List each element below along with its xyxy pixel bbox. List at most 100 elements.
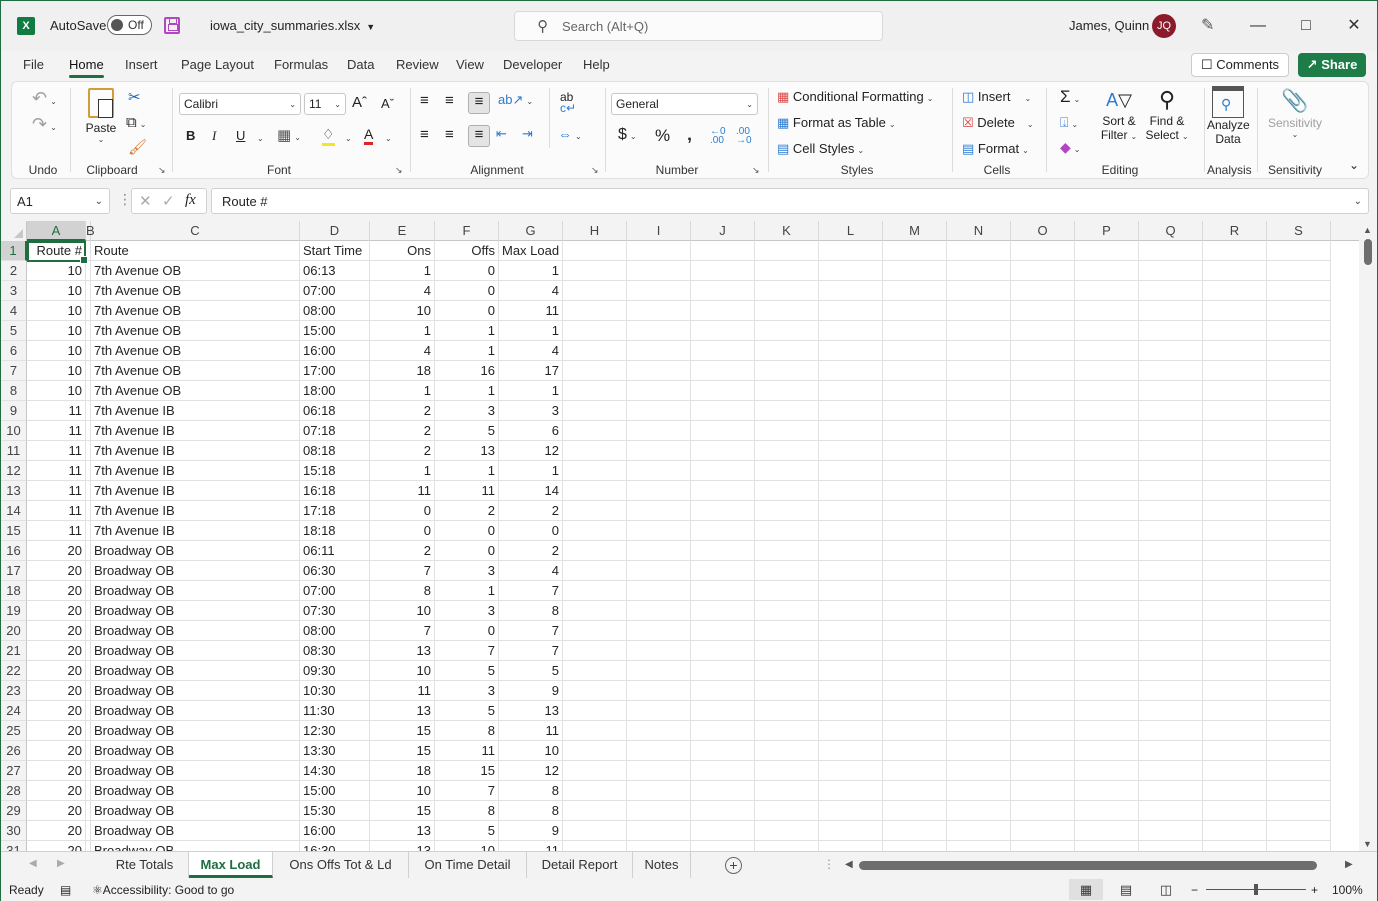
cell-r30[interactable] — [1203, 821, 1267, 841]
cell-o20[interactable] — [1011, 621, 1075, 641]
column-header-i[interactable]: I — [627, 221, 691, 241]
cell-d15[interactable]: 18:18 — [300, 521, 370, 541]
cell-f12[interactable]: 1 — [435, 461, 499, 481]
cell-n3[interactable] — [947, 281, 1011, 301]
cell-r12[interactable] — [1203, 461, 1267, 481]
cell-j12[interactable] — [691, 461, 755, 481]
cell-k16[interactable] — [755, 541, 819, 561]
cell-i31[interactable] — [627, 841, 691, 851]
cell-p16[interactable] — [1075, 541, 1139, 561]
cell-c18[interactable]: Broadway OB — [91, 581, 300, 601]
cell-a17[interactable]: 20 — [27, 561, 86, 581]
redo-icon[interactable]: ↷ ⌄ — [32, 114, 57, 135]
cell-l15[interactable] — [819, 521, 883, 541]
cell-o7[interactable] — [1011, 361, 1075, 381]
row-header[interactable]: 31 — [1, 841, 27, 851]
sheet-tab-notes[interactable]: Notes — [633, 852, 691, 878]
select-all-button[interactable] — [1, 221, 27, 241]
cell-g29[interactable]: 8 — [499, 801, 563, 821]
cell-r19[interactable] — [1203, 601, 1267, 621]
cell-d24[interactable]: 11:30 — [300, 701, 370, 721]
enter-icon[interactable]: ✓ — [162, 192, 175, 210]
cell-c23[interactable]: Broadway OB — [91, 681, 300, 701]
cell-e24[interactable]: 13 — [370, 701, 435, 721]
spreadsheet-grid[interactable]: ABCDEFGHIJKLMNOPQRS 1 Route # Route Start T… — [1, 221, 1359, 851]
horizontal-scroll-thumb[interactable] — [859, 861, 1317, 870]
cell-p9[interactable] — [1075, 401, 1139, 421]
cell-p23[interactable] — [1075, 681, 1139, 701]
format-painter-icon[interactable]: 🖌 — [128, 138, 147, 156]
avatar[interactable]: JQ — [1152, 14, 1176, 38]
cell-l22[interactable] — [819, 661, 883, 681]
cell-i29[interactable] — [627, 801, 691, 821]
cell-i20[interactable] — [627, 621, 691, 641]
cell-i1[interactable] — [627, 241, 691, 261]
cell-f11[interactable]: 13 — [435, 441, 499, 461]
cell-g5[interactable]: 1 — [499, 321, 563, 341]
delete-cells-button[interactable]: ☒ Delete ⌄ — [962, 115, 1034, 131]
fill-color-icon[interactable]: ♢ — [322, 126, 335, 146]
cell-n4[interactable] — [947, 301, 1011, 321]
cell-g12[interactable]: 1 — [499, 461, 563, 481]
cell-j7[interactable] — [691, 361, 755, 381]
cell-h31[interactable] — [563, 841, 627, 851]
align-left-icon[interactable]: ≡ — [420, 126, 429, 143]
cell-k25[interactable] — [755, 721, 819, 741]
cell-a4[interactable]: 10 — [27, 301, 86, 321]
cell-c17[interactable]: Broadway OB — [91, 561, 300, 581]
tab-view[interactable]: View — [456, 57, 484, 72]
cell-c24[interactable]: Broadway OB — [91, 701, 300, 721]
page-layout-view-button[interactable]: ▤ — [1109, 879, 1143, 900]
cell-c21[interactable]: Broadway OB — [91, 641, 300, 661]
cell-k10[interactable] — [755, 421, 819, 441]
cell-d17[interactable]: 06:30 — [300, 561, 370, 581]
cell-a6[interactable]: 10 — [27, 341, 86, 361]
cell-f20[interactable]: 0 — [435, 621, 499, 641]
cell-a23[interactable]: 20 — [27, 681, 86, 701]
cell-a29[interactable]: 20 — [27, 801, 86, 821]
row-header[interactable]: 23 — [1, 681, 27, 701]
cell-a1[interactable]: Route # — [27, 241, 86, 261]
cell-j29[interactable] — [691, 801, 755, 821]
cell-i19[interactable] — [627, 601, 691, 621]
cell-m10[interactable] — [883, 421, 947, 441]
underline-button[interactable]: U — [236, 128, 245, 143]
cell-c8[interactable]: 7th Avenue OB — [91, 381, 300, 401]
cell-q11[interactable] — [1139, 441, 1203, 461]
cell-r21[interactable] — [1203, 641, 1267, 661]
cell-c7[interactable]: 7th Avenue OB — [91, 361, 300, 381]
bottom-align-icon[interactable]: ≡ — [468, 92, 490, 114]
cell-i28[interactable] — [627, 781, 691, 801]
analyze-data-button[interactable]: ⚲ Analyze Data — [1207, 86, 1250, 146]
cell-d30[interactable]: 16:00 — [300, 821, 370, 841]
cell-k31[interactable] — [755, 841, 819, 851]
cell-a18[interactable]: 20 — [27, 581, 86, 601]
row-header[interactable]: 19 — [1, 601, 27, 621]
cell-g26[interactable]: 10 — [499, 741, 563, 761]
cell-i30[interactable] — [627, 821, 691, 841]
cell-d14[interactable]: 17:18 — [300, 501, 370, 521]
zoom-in-button[interactable]: + — [1311, 883, 1318, 897]
row-header[interactable]: 18 — [1, 581, 27, 601]
cell-f19[interactable]: 3 — [435, 601, 499, 621]
cell-e1[interactable]: Ons — [370, 241, 435, 261]
collapse-ribbon-icon[interactable]: ⌄ — [1349, 158, 1359, 172]
cell-r4[interactable] — [1203, 301, 1267, 321]
cell-e3[interactable]: 4 — [370, 281, 435, 301]
search-input[interactable]: ⚲ Search (Alt+Q) — [514, 11, 883, 41]
cell-e18[interactable]: 8 — [370, 581, 435, 601]
save-icon[interactable] — [164, 17, 180, 34]
cell-o6[interactable] — [1011, 341, 1075, 361]
cell-j22[interactable] — [691, 661, 755, 681]
cell-g4[interactable]: 11 — [499, 301, 563, 321]
cell-g22[interactable]: 5 — [499, 661, 563, 681]
cell-s7[interactable] — [1267, 361, 1331, 381]
cell-m31[interactable] — [883, 841, 947, 851]
cell-d6[interactable]: 16:00 — [300, 341, 370, 361]
cell-n9[interactable] — [947, 401, 1011, 421]
cell-m6[interactable] — [883, 341, 947, 361]
cell-h8[interactable] — [563, 381, 627, 401]
cell-j19[interactable] — [691, 601, 755, 621]
cell-a19[interactable]: 20 — [27, 601, 86, 621]
cell-o26[interactable] — [1011, 741, 1075, 761]
